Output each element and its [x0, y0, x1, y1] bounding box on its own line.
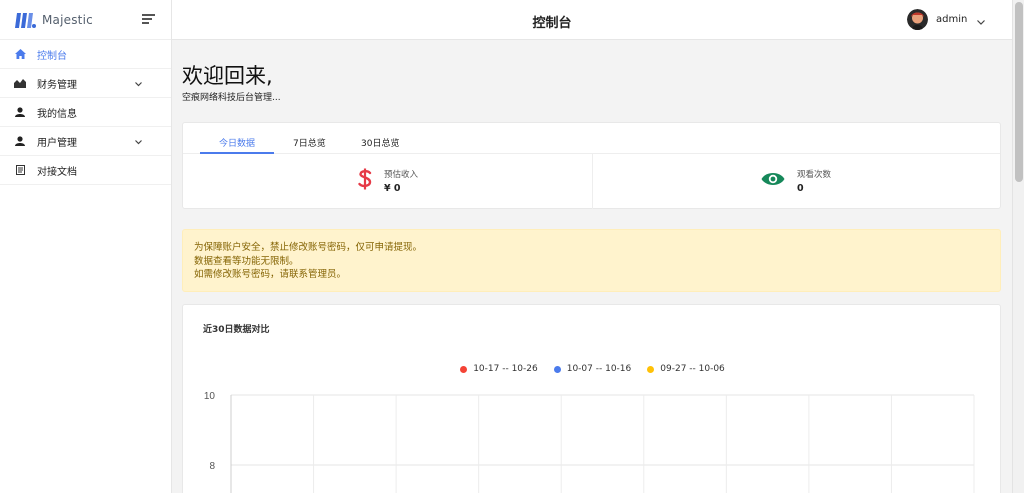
sidebar-item-users[interactable]: 用户管理: [0, 127, 171, 156]
chevron-down-icon: [977, 10, 986, 29]
y-tick-label: 8: [209, 461, 215, 472]
stat-view-count: 观看次数 0: [761, 168, 831, 194]
menu-toggle-icon[interactable]: [142, 14, 155, 26]
active-tab-indicator: [200, 152, 274, 154]
sidebar-item-label: 用户管理: [37, 137, 77, 149]
sidebar-item-label: 我的信息: [37, 108, 77, 120]
welcome-subtitle: 空痕网络科技后台管理...: [182, 93, 281, 103]
chevron-down-icon: [135, 79, 142, 90]
chevron-down-icon: [135, 137, 142, 148]
person-icon: [14, 135, 26, 147]
scrollbar-thumb[interactable]: [1015, 2, 1023, 182]
stats-card: 今日数据 7日总览 30日总览 预估收入 ¥ 0 观看次数 0: [182, 122, 1001, 209]
page-scrollbar[interactable]: [1012, 0, 1024, 493]
home-icon: [14, 48, 26, 60]
stat-label: 观看次数: [797, 170, 832, 180]
stat-label: 预估收入: [384, 170, 419, 180]
tab-today[interactable]: 今日数据: [219, 136, 255, 149]
stats-tabs: 今日数据 7日总览 30日总览: [183, 123, 1000, 154]
sidebar-nav: 控制台 财务管理 我的信息 用户管理 对接文档: [0, 40, 171, 185]
majestic-logo-icon: [14, 11, 36, 29]
welcome-heading: 欢迎回来,: [182, 64, 273, 88]
sidebar-item-my-info[interactable]: 我的信息: [0, 98, 171, 127]
stat-estimated-income: 预估收入 ¥ 0: [358, 168, 418, 194]
chart-plot: 10 8: [204, 391, 975, 493]
sidebar-item-label: 对接文档: [37, 166, 77, 178]
document-icon: [14, 164, 26, 176]
alert-line: 如需修改账号密码，请联系管理员。: [194, 269, 347, 280]
brand[interactable]: Majestic: [0, 0, 171, 40]
chart-card: 近30日数据对比 10-17 -- 10-26 10-07 -- 10-16 0…: [182, 304, 1001, 493]
topbar: 控制台 admin: [172, 0, 1012, 40]
stats-divider: [592, 154, 593, 209]
tab-7-days[interactable]: 7日总览: [293, 136, 326, 149]
person-icon: [14, 106, 26, 118]
sidebar-item-docs[interactable]: 对接文档: [0, 156, 171, 185]
alert-line: 为保障账户安全，禁止修改账号密码，仅可申请提现。: [194, 242, 423, 253]
page-title: 控制台: [532, 16, 572, 31]
user-name: admin: [936, 14, 968, 25]
y-tick-label: 10: [204, 391, 216, 402]
tab-30-days[interactable]: 30日总览: [361, 136, 399, 149]
sidebar-item-finance[interactable]: 财务管理: [0, 69, 171, 98]
user-menu[interactable]: admin: [907, 9, 986, 30]
dollar-icon: [358, 168, 372, 194]
chart-area-icon: [14, 77, 26, 89]
stat-value: 0: [797, 183, 804, 194]
account-security-alert: 为保障账户安全，禁止修改账号密码，仅可申请提现。 数据查看等功能无限制。 如需修…: [182, 229, 1001, 292]
brand-name: Majestic: [42, 12, 93, 27]
eye-icon: [761, 171, 785, 191]
sidebar-item-label: 财务管理: [37, 79, 77, 91]
alert-line: 数据查看等功能无限制。: [194, 255, 299, 267]
stat-value: ¥ 0: [384, 183, 401, 194]
sidebar: Majestic 控制台 财务管理 我的信息 用户管理 对接文档: [0, 0, 172, 493]
avatar[interactable]: [907, 9, 928, 30]
sidebar-item-label: 控制台: [37, 50, 67, 62]
sidebar-item-dashboard[interactable]: 控制台: [0, 40, 171, 69]
